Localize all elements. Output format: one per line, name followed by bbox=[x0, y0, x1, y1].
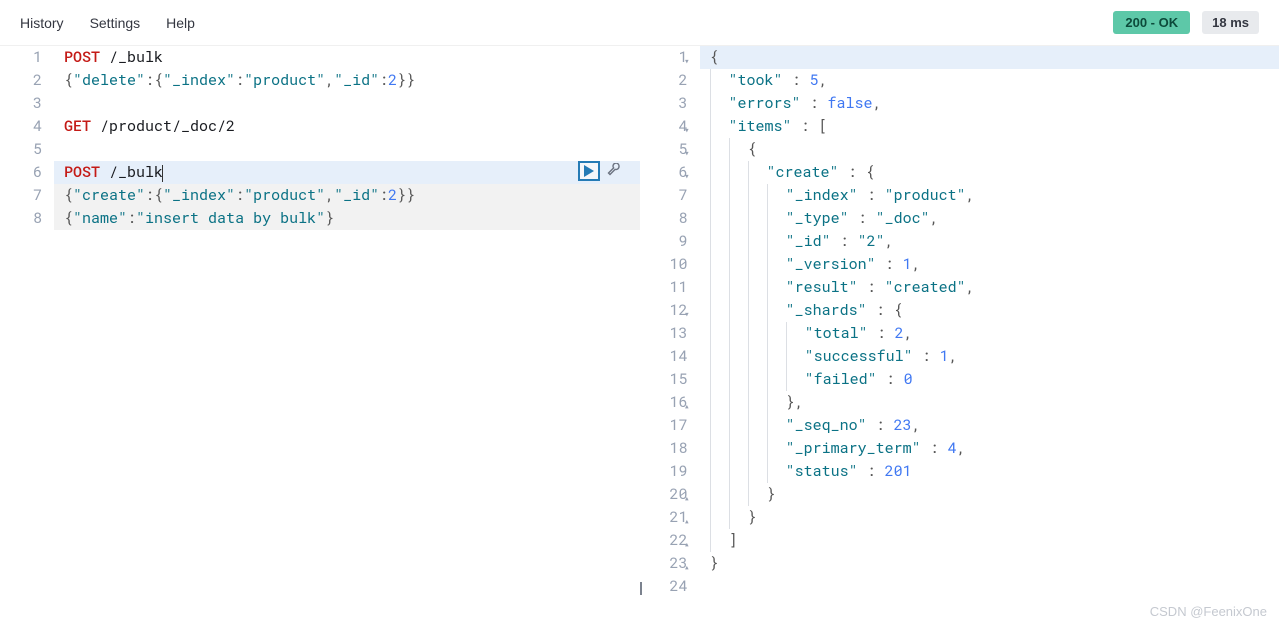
history-menu[interactable]: History bbox=[20, 15, 64, 31]
settings-menu[interactable]: Settings bbox=[90, 15, 141, 31]
request-gutter: 12345678 bbox=[0, 46, 54, 625]
run-request-button[interactable] bbox=[578, 161, 600, 181]
toolbar: History Settings Help 200 - OK 18 ms bbox=[0, 0, 1279, 46]
time-badge: 18 ms bbox=[1202, 11, 1259, 34]
watermark: CSDN @FeenixOne bbox=[1150, 604, 1267, 619]
editor-panes: 12345678 POST /_bulk{"delete":{"_index":… bbox=[0, 46, 1279, 625]
response-pane[interactable]: 1▾234▾5▾6▾789101112▾13141516▴17181920▴21… bbox=[640, 46, 1279, 625]
response-gutter: 1▾234▾5▾6▾789101112▾13141516▴17181920▴21… bbox=[640, 46, 700, 625]
request-options-button[interactable] bbox=[604, 161, 624, 181]
request-editor[interactable]: POST /_bulk{"delete":{"_index":"product"… bbox=[54, 46, 640, 625]
response-viewer: { "took" : 5, "errors" : false, "items" … bbox=[700, 46, 1279, 625]
pane-divider[interactable]: || bbox=[639, 579, 640, 595]
request-pane[interactable]: 12345678 POST /_bulk{"delete":{"_index":… bbox=[0, 46, 640, 625]
status-badge: 200 - OK bbox=[1113, 11, 1190, 34]
help-menu[interactable]: Help bbox=[166, 15, 195, 31]
